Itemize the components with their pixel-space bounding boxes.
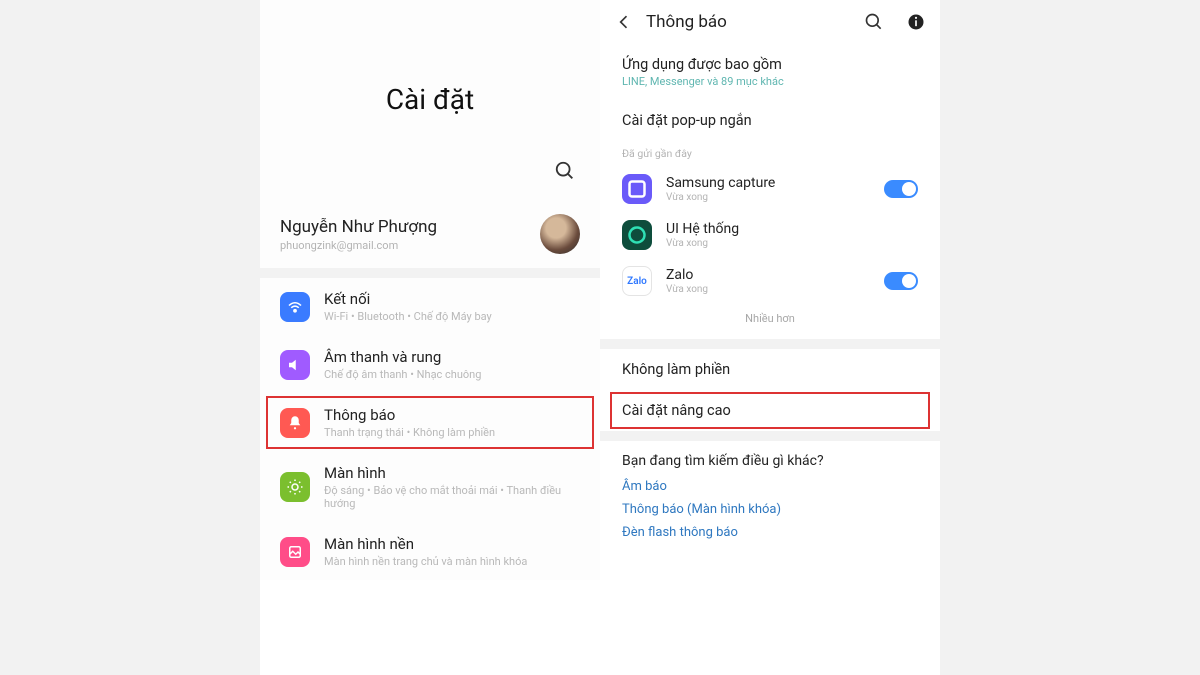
back-icon[interactable] [614,12,634,32]
recent-label: Đã gửi gần đây [600,141,940,166]
wallpaper-icon [280,537,310,567]
page-title: Cài đặt [284,83,576,116]
app-icon [622,174,652,204]
app-icon: Zalo [622,266,652,296]
item-sub: Wi-Fi • Bluetooth • Chế độ Máy bay [324,310,492,323]
phone-settings: Cài đặt Nguyễn Như Phượng phuongzink@gma… [260,0,600,675]
item-label: Kết nối [324,290,492,308]
related-title: Bạn đang tìm kiếm điều gì khác? [600,441,940,475]
section-title: Cài đặt pop-up ngắn [622,112,918,129]
item-sub: Độ sáng • Bảo vệ cho mắt thoải mái • Tha… [324,484,580,510]
app-name: UI Hệ thống [666,221,870,237]
item-label: Màn hình [324,464,580,482]
app-sub: Vừa xong [666,238,870,249]
item-sub: Chế độ âm thanh • Nhạc chuông [324,368,481,381]
spacer [260,268,600,278]
app-row-system-ui[interactable]: UI Hệ thống Vừa xong [600,212,940,258]
page-header: Thông báo [600,0,940,44]
section-dnd[interactable]: Không làm phiền [600,349,940,390]
display-icon [280,472,310,502]
toggle[interactable] [884,180,918,198]
avatar [540,214,580,254]
settings-item-display[interactable]: Màn hình Độ sáng • Bảo vệ cho mắt thoải … [260,451,600,522]
spacer [600,431,940,441]
section-sub: LINE, Messenger và 89 mục khác [622,75,918,88]
settings-item-connections[interactable]: Kết nối Wi-Fi • Bluetooth • Chế độ Máy b… [260,278,600,335]
profile-email: phuongzink@gmail.com [280,239,437,252]
wifi-icon [280,292,310,322]
app-sub: Vừa xong [666,284,870,295]
section-title: Ứng dụng được bao gồm [622,56,918,73]
settings-item-notifications[interactable]: Thông báo Thanh trạng thái • Không làm p… [260,393,600,451]
app-row-samsung-capture[interactable]: Samsung capture Vừa xong [600,166,940,212]
related-link[interactable]: Âm báo [600,475,940,498]
app-row-zalo[interactable]: Zalo Zalo Vừa xong [600,258,940,304]
search-icon[interactable] [864,12,884,32]
related-link[interactable]: Thông báo (Màn hình khóa) [600,498,940,521]
section-title: Cài đặt nâng cao [622,402,918,419]
app-sub: Vừa xong [666,192,870,203]
item-label: Màn hình nền [324,535,527,553]
page-title: Thông báo [646,12,842,32]
toggle[interactable] [884,272,918,290]
item-label: Âm thanh và rung [324,348,481,366]
spacer [600,339,940,349]
item-sub: Màn hình nền trang chủ và màn hình khóa [324,555,527,568]
more-link[interactable]: Nhiều hơn [600,304,940,339]
sound-icon [280,350,310,380]
settings-hero: Cài đặt [260,0,600,200]
phone-notifications: Thông báo Ứng dụng được bao gồm LINE, Me… [600,0,940,675]
item-label: Thông báo [324,406,495,424]
section-advanced[interactable]: Cài đặt nâng cao [600,390,940,431]
app-name: Samsung capture [666,175,870,191]
section-included-apps[interactable]: Ứng dụng được bao gồm LINE, Messenger và… [600,44,940,100]
info-icon[interactable] [906,12,926,32]
toggle-placeholder [884,226,918,244]
section-popup[interactable]: Cài đặt pop-up ngắn [600,100,940,141]
settings-item-sounds[interactable]: Âm thanh và rung Chế độ âm thanh • Nhạc … [260,335,600,393]
related-link[interactable]: Đèn flash thông báo [600,521,940,544]
search-icon[interactable] [554,160,576,182]
section-title: Không làm phiền [622,361,918,378]
app-icon [622,220,652,250]
profile-card[interactable]: Nguyễn Như Phượng phuongzink@gmail.com [260,200,600,268]
stage: Cài đặt Nguyễn Như Phượng phuongzink@gma… [0,0,1200,675]
settings-item-wallpaper[interactable]: Màn hình nền Màn hình nền trang chủ và m… [260,522,600,580]
app-name: Zalo [666,267,870,283]
bell-icon [280,408,310,438]
item-sub: Thanh trạng thái • Không làm phiền [324,426,495,439]
profile-name: Nguyễn Như Phượng [280,217,437,237]
